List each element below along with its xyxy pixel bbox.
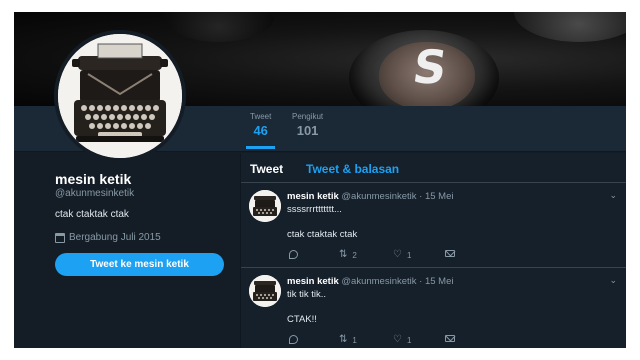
profile-handle: @akunmesinketik [55,188,135,199]
tweet-text-line: ctak ctaktak ctak [287,229,358,240]
like-count: 1 [406,250,412,260]
tweets-stat[interactable]: Tweet 46 [245,112,276,149]
tweet-text-line: CTAK!! [287,314,317,325]
like-count: 1 [406,335,412,345]
mail-icon [445,335,455,342]
profile-name: mesin ketik [55,171,132,187]
tab-tweets-and-replies[interactable]: Tweet & balasan [306,162,399,176]
tweet-author-name[interactable]: mesin ketik [287,191,339,202]
tweets-stat-label: Tweet [250,112,272,121]
retweet-icon: ⇅ [339,334,348,345]
reply-icon [289,250,298,259]
retweet-button[interactable]: ⇅ 1 [339,335,357,345]
tweet-item[interactable]: mesin ketik @akunmesinketik · 15 Mei ⌄ s… [241,184,626,268]
tweet-meta: @akunmesinketik · 15 Mei [341,276,454,287]
typewriter-icon [249,190,281,222]
mail-icon [445,250,455,257]
banner-key-letter: S [409,40,451,94]
tweet-avatar[interactable] [249,190,281,222]
like-button[interactable]: ♡ 1 [393,335,411,345]
profile-page: S Tweet 46 Pengikut 101 mesin ketik @aku… [14,12,626,348]
tweet-header: mesin ketik @akunmesinketik · 15 Mei [287,191,453,202]
tweet-author-name[interactable]: mesin ketik [287,276,339,287]
heart-icon: ♡ [393,249,402,260]
reply-button[interactable] [289,335,298,344]
retweet-count: 1 [352,335,357,345]
followers-stat-value: 101 [296,123,319,138]
join-date-text: Bergabung Juli 2015 [69,232,161,243]
tweet-actions: ⇅ 1 ♡ 1 [287,335,617,347]
tweet-actions: ⇅ 2 ♡ 1 [287,250,617,262]
tweet-header: mesin ketik @akunmesinketik · 15 Mei [287,276,453,287]
profile-avatar[interactable] [54,30,186,162]
typewriter-icon [249,275,281,307]
chevron-down-icon[interactable]: ⌄ [609,190,617,201]
retweet-button[interactable]: ⇅ 2 [339,250,357,260]
tweets-stat-value: 46 [253,123,268,138]
retweet-count: 2 [352,250,357,260]
tweet-text-line: tik tik tik.. [287,289,327,300]
tweet-item[interactable]: mesin ketik @akunmesinketik · 15 Mei ⌄ t… [241,269,626,348]
followers-stat[interactable]: Pengikut 101 [292,112,323,138]
calendar-icon [55,232,65,243]
tweet-text-line: ssssrrrttttttt... [287,204,342,215]
reply-button[interactable] [289,250,298,259]
message-button[interactable] [445,335,455,342]
timeline-tabs: Tweet Tweet & balasan [241,153,626,183]
retweet-icon: ⇅ [339,249,348,260]
tab-tweets[interactable]: Tweet [250,162,283,176]
join-date: Bergabung Juli 2015 [55,232,161,243]
heart-icon: ♡ [393,334,402,345]
reply-icon [289,335,298,344]
timeline: Tweet Tweet & balasan mesin ketik @akunm… [240,153,626,348]
tweet-to-button[interactable]: Tweet ke mesin ketik [55,253,224,276]
tweet-avatar[interactable] [249,275,281,307]
typewriter-icon [58,34,182,158]
tweet-meta: @akunmesinketik · 15 Mei [341,191,454,202]
like-button[interactable]: ♡ 1 [393,250,411,260]
message-button[interactable] [445,250,455,257]
chevron-down-icon[interactable]: ⌄ [609,275,617,286]
profile-bio: ctak ctaktak ctak [55,209,129,220]
followers-stat-label: Pengikut [292,112,324,121]
